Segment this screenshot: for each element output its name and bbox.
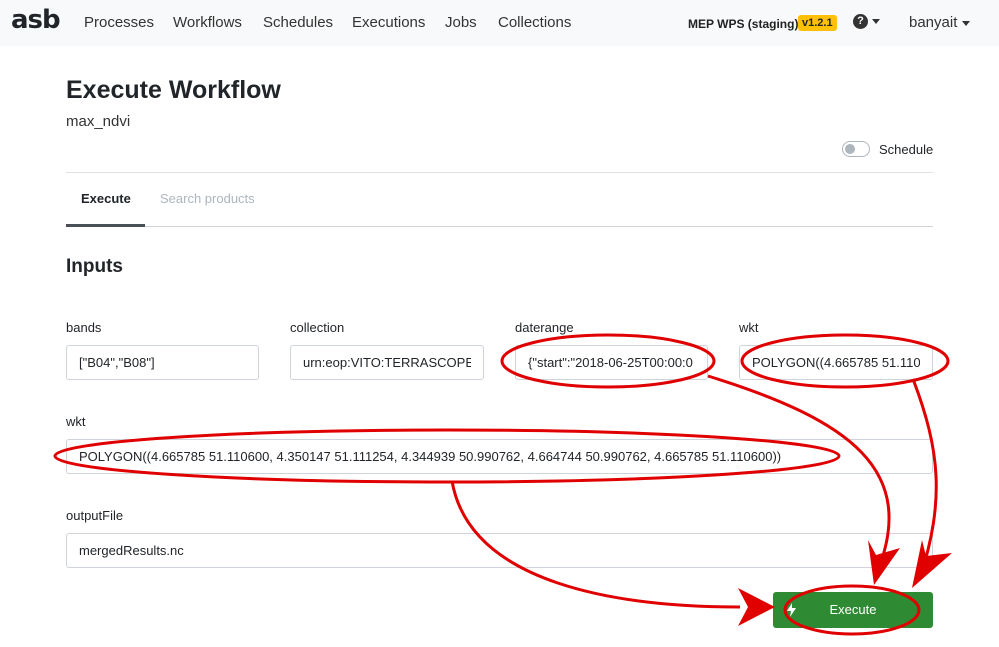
bands-input[interactable] bbox=[66, 345, 259, 380]
nav-link-executions[interactable]: Executions bbox=[352, 14, 425, 31]
annotation-arrowhead-left bbox=[738, 588, 775, 626]
workflow-name: max_ndvi bbox=[66, 113, 131, 130]
collection-label: collection bbox=[290, 320, 345, 335]
header-divider bbox=[66, 172, 933, 173]
daterange-label: daterange bbox=[515, 320, 574, 335]
execute-button-label: Execute bbox=[829, 602, 877, 617]
nav-link-processes[interactable]: Processes bbox=[84, 14, 154, 31]
output-file-label: outputFile bbox=[66, 508, 124, 523]
inputs-section-title: Inputs bbox=[66, 256, 123, 277]
execute-button[interactable]: Execute bbox=[773, 592, 933, 628]
tab-search-products[interactable]: Search products bbox=[160, 191, 255, 206]
output-file-input[interactable] bbox=[66, 533, 933, 568]
collection-input[interactable] bbox=[290, 345, 484, 380]
wkt-full-label: wkt bbox=[66, 414, 86, 429]
user-dropdown-caret-icon bbox=[962, 20, 971, 26]
nav-link-workflows[interactable]: Workflows bbox=[173, 14, 242, 31]
active-tab-indicator bbox=[66, 224, 145, 227]
wkt-full-input[interactable] bbox=[66, 439, 933, 474]
user-name: banyait bbox=[909, 14, 958, 31]
tabs-border bbox=[66, 226, 933, 227]
user-menu[interactable]: banyait bbox=[909, 14, 971, 31]
nav-link-jobs[interactable]: Jobs bbox=[445, 14, 477, 31]
version-badge: v1.2.1 bbox=[798, 15, 837, 31]
schedule-toggle[interactable] bbox=[842, 141, 870, 157]
schedule-label: Schedule bbox=[879, 142, 934, 157]
brand-logo[interactable]: asb bbox=[11, 5, 61, 35]
tab-execute[interactable]: Execute bbox=[81, 191, 131, 206]
nav-link-schedules[interactable]: Schedules bbox=[263, 14, 333, 31]
toggle-knob bbox=[845, 144, 855, 154]
environment-label: MEP WPS (staging) bbox=[688, 17, 799, 31]
wkt-input[interactable] bbox=[739, 345, 933, 380]
question-circle-icon[interactable]: ? bbox=[853, 14, 868, 29]
daterange-input[interactable] bbox=[515, 345, 708, 380]
top-navbar: asb Processes Workflows Schedules Execut… bbox=[0, 0, 999, 46]
help-dropdown-caret-icon[interactable] bbox=[872, 19, 880, 24]
nav-link-collections[interactable]: Collections bbox=[498, 14, 571, 31]
wkt-label: wkt bbox=[739, 320, 759, 335]
page-title: Execute Workflow bbox=[66, 76, 281, 104]
bands-label: bands bbox=[66, 320, 102, 335]
